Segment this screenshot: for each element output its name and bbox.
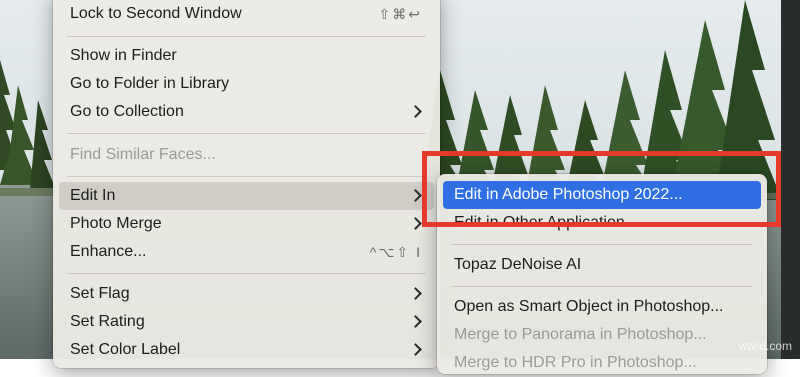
menu-item-label: Go to Collection (70, 103, 184, 120)
menu-item-label: Open as Smart Object in Photoshop... (454, 298, 724, 315)
menu-separator (451, 244, 753, 245)
menu-item-label: Find Similar Faces... (70, 146, 216, 163)
menu-separator (67, 273, 426, 274)
menu-item-find-similar-faces: Find Similar Faces... (59, 141, 434, 169)
menu-separator (67, 133, 426, 134)
chevron-right-icon (409, 189, 422, 202)
menu-separator (451, 286, 753, 287)
menu-item-label: Enhance... (70, 243, 147, 260)
menu-item-photo-merge[interactable]: Photo Merge (59, 210, 434, 238)
menu-item-enhance[interactable]: Enhance... ^⌥⇧ I (59, 238, 434, 266)
chevron-right-icon (409, 105, 422, 118)
chevron-right-icon (409, 315, 422, 328)
submenu-item-smart-object[interactable]: Open as Smart Object in Photoshop... (443, 293, 761, 321)
menu-item-label: Set Color Label (70, 341, 181, 358)
menu-item-go-to-folder[interactable]: Go to Folder in Library (59, 70, 434, 98)
annotation-highlight-box (422, 151, 781, 227)
keyboard-shortcut: ^⌥⇧ I (369, 244, 422, 260)
menu-item-label: Lock to Second Window (70, 5, 242, 22)
submenu-item-merge-hdr: Merge to HDR Pro in Photoshop... (443, 349, 761, 377)
menu-item-label: Photo Merge (70, 215, 162, 232)
submenu-item-topaz[interactable]: Topaz DeNoise AI (443, 251, 761, 279)
menu-separator (67, 36, 426, 37)
menu-separator (67, 176, 426, 177)
menu-item-label: Edit In (70, 187, 116, 204)
menu-item-edit-in[interactable]: Edit In (59, 182, 434, 210)
chevron-right-icon (409, 217, 422, 230)
watermark: wtvid.com (738, 339, 792, 353)
keyboard-shortcut: ⇧⌘↩ (378, 6, 422, 22)
menu-item-set-color-label[interactable]: Set Color Label (59, 336, 434, 364)
menu-item-label: Go to Folder in Library (70, 75, 230, 92)
menu-item-go-to-collection[interactable]: Go to Collection (59, 98, 434, 126)
menu-item-set-flag[interactable]: Set Flag (59, 280, 434, 308)
menu-item-label: Merge to Panorama in Photoshop... (454, 326, 707, 343)
menu-item-set-rating[interactable]: Set Rating (59, 308, 434, 336)
chevron-right-icon (409, 287, 422, 300)
menu-item-label: Set Flag (70, 285, 130, 302)
menu-item-lock-second-window[interactable]: Lock to Second Window ⇧⌘↩ (59, 0, 434, 28)
menu-item-label: Merge to HDR Pro in Photoshop... (454, 354, 697, 371)
submenu-item-merge-panorama: Merge to Panorama in Photoshop... (443, 321, 761, 349)
menu-item-label: Set Rating (70, 313, 145, 330)
menu-item-label: Topaz DeNoise AI (454, 256, 582, 273)
window-edge (781, 0, 800, 359)
menu-item-label: Show in Finder (70, 47, 177, 64)
menu-item-show-in-finder[interactable]: Show in Finder (59, 42, 434, 70)
chevron-right-icon (409, 343, 422, 356)
context-menu: Lock to Second Window ⇧⌘↩ Show in Finder… (53, 0, 440, 368)
